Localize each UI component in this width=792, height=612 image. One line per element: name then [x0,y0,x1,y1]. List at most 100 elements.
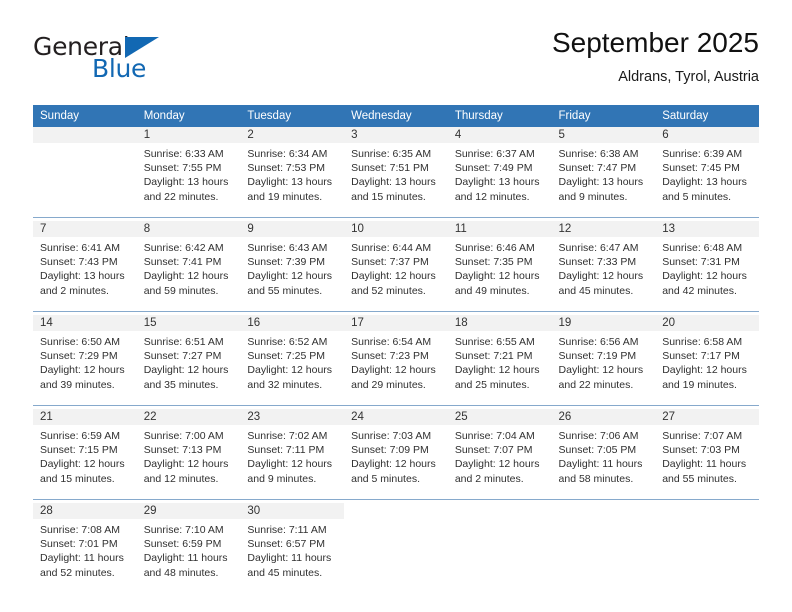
daylight-text-line1: Daylight: 11 hours [662,458,747,471]
daylight-text-line2: and 12 minutes. [454,190,530,203]
calendar-day-cell[interactable]: 12 Sunrise: 6:47 AM Sunset: 7:33 PM Dayligh… [551,219,656,312]
daylight-text-line1: Daylight: 13 hours [143,176,229,189]
calendar-day-cell[interactable]: 4 Sunrise: 6:37 AM Sunset: 7:49 PM Daylight… [447,127,552,218]
day-number: 23 [240,409,345,425]
calendar-day-cell[interactable]: 20 Sunrise: 6:58 AM Sunset: 7:17 PM Dayligh… [655,313,759,406]
day-number: 20 [655,315,759,331]
daylight-text-line2: and 39 minutes. [40,378,115,391]
day-cell-inner: 10 Sunrise: 6:44 AM Sunset: 7:37 PM Dayligh… [344,221,448,311]
page-title: September 2025 [551,27,759,58]
calendar-day-cell[interactable]: 15 Sunrise: 6:51 AM Sunset: 7:27 PM Dayligh… [136,313,241,406]
sunset-text: Sunset: 7:39 PM [247,256,326,269]
sunrise-text: Sunrise: 6:52 AM [247,336,328,348]
calendar-day-cell[interactable]: 22 Sunrise: 7:00 AM Sunset: 7:13 PM Dayligh… [136,407,241,500]
daylight-text-line1: Daylight: 12 hours [454,458,540,471]
generalblue-logo[interactable]: General Blue [33,32,203,88]
sunrise-text: Sunrise: 6:38 AM [558,148,639,160]
day-number: 11 [447,221,552,237]
day-cell-inner: 22 Sunrise: 7:00 AM Sunset: 7:13 PM Dayligh… [136,409,241,499]
calendar-day-cell[interactable]: 3 Sunrise: 6:35 AM Sunset: 7:51 PM Daylight… [344,127,448,218]
calendar-week-row: 7 Sunrise: 6:41 AM Sunset: 7:43 PM Daylight… [33,219,759,312]
day-cell-inner: 9 Sunrise: 6:43 AM Sunset: 7:39 PM Daylight… [240,221,345,311]
day-number [447,503,552,519]
title-block: September 2025 Aldrans, Tyrol, Austria [552,26,759,87]
calendar-day-cell[interactable]: 1 Sunrise: 6:33 AM Sunset: 7:55 PM Daylight… [136,127,241,218]
day-number: 12 [551,221,656,237]
calendar-day-cell[interactable]: 30 Sunrise: 7:11 AM Sunset: 6:57 PM Dayligh… [240,501,345,593]
daylight-text-line1: Daylight: 13 hours [247,176,333,189]
day-cell-inner: 17 Sunrise: 6:54 AM Sunset: 7:23 PM Dayligh… [344,315,448,405]
day-cell-inner: 26 Sunrise: 7:06 AM Sunset: 7:05 PM Dayligh… [551,409,656,499]
day-details: Sunrise: 6:52 AM Sunset: 7:25 PM Daylight:… [240,331,344,392]
daylight-text-line1: Daylight: 12 hours [351,364,436,377]
day-number: 7 [33,221,137,237]
calendar-day-cell[interactable]: 2 Sunrise: 6:34 AM Sunset: 7:53 PM Daylight… [240,127,345,218]
sunset-text: Sunset: 6:59 PM [143,538,222,551]
daylight-text-line2: and 42 minutes. [662,284,737,297]
day-details: Sunrise: 6:44 AM Sunset: 7:37 PM Daylight:… [344,237,448,298]
daylight-text-line1: Daylight: 13 hours [454,176,540,189]
calendar-day-cell[interactable]: 7 Sunrise: 6:41 AM Sunset: 7:43 PM Daylight… [33,219,137,312]
daylight-text-line1: Daylight: 11 hours [558,458,643,471]
daylight-text-line2: and 9 minutes. [247,472,317,485]
weekday-header-thursday: Thursday [447,105,552,127]
weekday-header-tuesday: Tuesday [240,105,345,127]
day-details: Sunrise: 7:03 AM Sunset: 7:09 PM Daylight:… [344,425,448,486]
calendar-day-cell[interactable]: 24 Sunrise: 7:03 AM Sunset: 7:09 PM Dayligh… [344,407,448,500]
calendar-week-row: 1 Sunrise: 6:33 AM Sunset: 7:55 PM Daylight… [33,127,759,218]
calendar-day-cell[interactable]: 25 Sunrise: 7:04 AM Sunset: 7:07 PM Dayligh… [447,407,552,500]
sunset-text: Sunset: 7:19 PM [558,350,637,363]
day-number: 21 [33,409,137,425]
calendar-day-cell[interactable]: 26 Sunrise: 7:06 AM Sunset: 7:05 PM Dayligh… [551,407,656,500]
day-cell-inner: 1 Sunrise: 6:33 AM Sunset: 7:55 PM Daylight… [136,127,241,217]
day-details: Sunrise: 7:10 AM Sunset: 6:59 PM Daylight:… [137,519,241,580]
calendar-day-cell[interactable]: 6 Sunrise: 6:39 AM Sunset: 7:45 PM Daylight… [655,127,759,218]
daylight-text-line2: and 15 minutes. [351,190,426,203]
calendar-day-cell[interactable]: 13 Sunrise: 6:48 AM Sunset: 7:31 PM Dayligh… [655,219,759,312]
day-number: 30 [240,503,345,519]
daylight-text-line1: Daylight: 12 hours [454,270,540,283]
day-details: Sunrise: 6:58 AM Sunset: 7:17 PM Daylight:… [655,331,759,392]
day-cell-inner: 16 Sunrise: 6:52 AM Sunset: 7:25 PM Dayligh… [240,315,345,405]
day-details: Sunrise: 7:00 AM Sunset: 7:13 PM Daylight:… [137,425,241,486]
calendar-day-cell[interactable]: 23 Sunrise: 7:02 AM Sunset: 7:11 PM Dayligh… [240,407,345,500]
calendar-day-cell[interactable]: 17 Sunrise: 6:54 AM Sunset: 7:23 PM Dayligh… [344,313,448,406]
day-number [33,127,137,143]
day-cell-inner [551,503,656,593]
day-number: 4 [447,127,552,143]
daylight-text-line2: and 9 minutes. [558,190,628,203]
daylight-text-line1: Daylight: 11 hours [40,552,124,565]
sunrise-text: Sunrise: 6:54 AM [351,336,432,348]
day-number: 2 [240,127,345,143]
calendar-day-cell[interactable]: 11 Sunrise: 6:46 AM Sunset: 7:35 PM Dayligh… [447,219,552,312]
calendar-day-cell[interactable]: 29 Sunrise: 7:10 AM Sunset: 6:59 PM Dayligh… [136,501,241,593]
calendar-day-cell[interactable]: 14 Sunrise: 6:50 AM Sunset: 7:29 PM Dayligh… [33,313,137,406]
day-details: Sunrise: 6:41 AM Sunset: 7:43 PM Daylight:… [33,237,137,298]
calendar-day-cell[interactable]: 27 Sunrise: 7:07 AM Sunset: 7:03 PM Dayligh… [655,407,759,500]
calendar-day-cell[interactable]: 21 Sunrise: 6:59 AM Sunset: 7:15 PM Dayligh… [33,407,137,500]
sunset-text: Sunset: 7:15 PM [40,444,118,457]
day-cell-inner: 8 Sunrise: 6:42 AM Sunset: 7:41 PM Daylight… [136,221,241,311]
calendar-day-cell[interactable]: 16 Sunrise: 6:52 AM Sunset: 7:25 PM Dayligh… [240,313,345,406]
daylight-text-line1: Daylight: 12 hours [247,458,333,471]
daylight-text-line1: Daylight: 12 hours [143,270,229,283]
sunrise-text: Sunrise: 7:04 AM [454,430,535,442]
daylight-text-line1: Daylight: 12 hours [351,270,436,283]
daylight-text-line1: Daylight: 12 hours [40,364,125,377]
sunset-text: Sunset: 7:23 PM [351,350,429,363]
day-details: Sunrise: 6:35 AM Sunset: 7:51 PM Daylight:… [344,143,448,204]
day-number: 10 [344,221,448,237]
calendar-day-cell[interactable]: 9 Sunrise: 6:43 AM Sunset: 7:39 PM Daylight… [240,219,345,312]
day-cell-inner: 29 Sunrise: 7:10 AM Sunset: 6:59 PM Dayligh… [136,503,241,593]
calendar-day-cell[interactable]: 28 Sunrise: 7:08 AM Sunset: 7:01 PM Dayligh… [33,501,137,593]
calendar-day-cell[interactable]: 18 Sunrise: 6:55 AM Sunset: 7:21 PM Dayligh… [447,313,552,406]
calendar-week-row: 14 Sunrise: 6:50 AM Sunset: 7:29 PM Dayligh… [33,313,759,406]
calendar-empty-cell [344,501,448,593]
calendar-day-cell[interactable]: 10 Sunrise: 6:44 AM Sunset: 7:37 PM Dayligh… [344,219,448,312]
weekday-header-friday: Friday [551,105,656,127]
calendar-day-cell[interactable]: 5 Sunrise: 6:38 AM Sunset: 7:47 PM Daylight… [551,127,656,218]
daylight-text-line1: Daylight: 12 hours [40,458,125,471]
day-details: Sunrise: 6:48 AM Sunset: 7:31 PM Daylight:… [655,237,759,298]
calendar-day-cell[interactable]: 19 Sunrise: 6:56 AM Sunset: 7:19 PM Dayligh… [551,313,656,406]
calendar-day-cell[interactable]: 8 Sunrise: 6:42 AM Sunset: 7:41 PM Daylight… [136,219,241,312]
